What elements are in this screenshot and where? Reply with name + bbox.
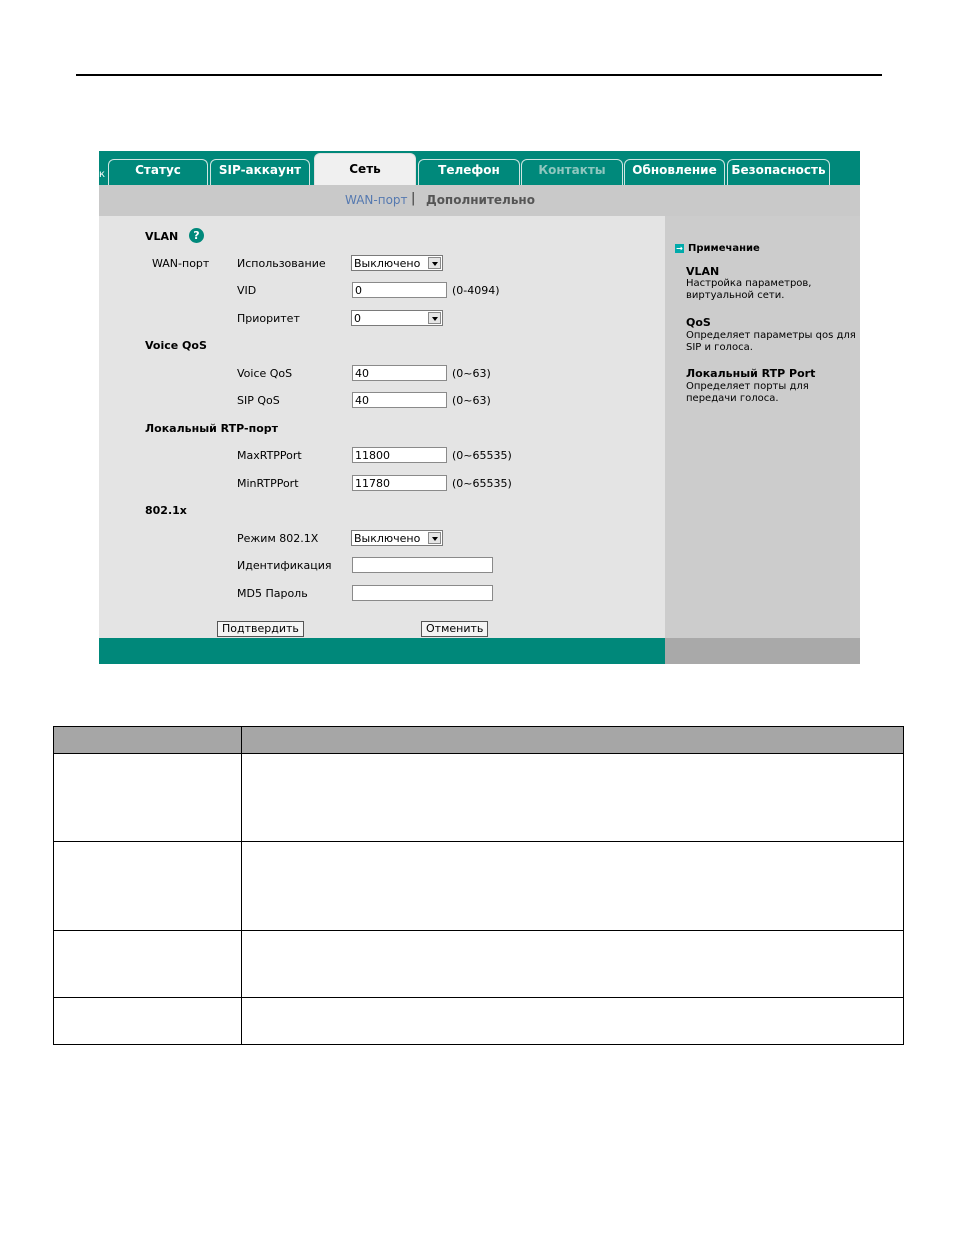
table-cell	[241, 997, 904, 1045]
table-cell	[53, 930, 242, 998]
tab-contacts[interactable]: Контакты	[521, 159, 623, 185]
arrow-right-icon: →	[675, 243, 684, 253]
table-cell	[53, 841, 242, 931]
dropdown-arrow-icon[interactable]	[428, 312, 441, 324]
tab-sip-account[interactable]: SIP-аккаунт	[210, 159, 310, 185]
max-rtp-label: MaxRTPPort	[237, 449, 302, 462]
dot1x-section-title: 802.1x	[145, 504, 187, 517]
priority-select-value: 0	[354, 312, 361, 325]
table-cell	[241, 841, 904, 931]
voice-qos-section-title: Voice QoS	[145, 339, 207, 352]
dot1x-mode-select-value: Выключено	[354, 532, 421, 545]
usage-select[interactable]: Выключено	[351, 255, 443, 271]
note-qos-title: QoS	[686, 316, 711, 329]
table-cell	[241, 753, 904, 842]
cancel-button[interactable]: Отменить	[421, 621, 489, 637]
sip-qos-input[interactable]: 40	[352, 392, 447, 408]
vid-range: (0-4094)	[452, 284, 500, 297]
table-cell	[53, 997, 242, 1045]
dropdown-arrow-icon[interactable]	[428, 532, 441, 544]
identity-label: Идентификация	[237, 559, 332, 572]
note-qos-desc: Определяет параметры qos для SIP и голос…	[686, 330, 856, 353]
table-row	[53, 753, 904, 842]
footer-bar-right	[665, 638, 860, 664]
tab-network[interactable]: Сеть	[314, 153, 416, 185]
table-row	[53, 841, 904, 931]
tab-status[interactable]: Статус	[108, 159, 208, 185]
parameter-table	[53, 726, 904, 1045]
voice-qos-label: Voice QoS	[237, 367, 293, 380]
subnav-separator: |	[411, 191, 416, 206]
usage-select-value: Выключено	[354, 257, 421, 270]
table-row	[53, 930, 904, 998]
md5-password-input[interactable]	[352, 585, 493, 601]
table-cell	[241, 930, 904, 998]
web-ui-screenshot: к Статус SIP-аккаунт Сеть Телефон Контак…	[99, 151, 860, 664]
tab-bar: к Статус SIP-аккаунт Сеть Телефон Контак…	[99, 151, 860, 185]
vid-label: VID	[237, 284, 257, 297]
note-rtp-title: Локальный RTP Port	[686, 367, 816, 380]
dot1x-mode-label: Режим 802.1X	[237, 532, 319, 545]
table-header-cell	[241, 726, 904, 754]
subnav-bar: WAN-порт | Дополнительно	[99, 185, 860, 216]
voice-qos-range: (0~63)	[452, 367, 491, 380]
usage-label: Использование	[237, 257, 326, 270]
voice-qos-input[interactable]: 40	[352, 365, 447, 381]
wan-port-label: WAN-порт	[152, 257, 210, 270]
page-top-rule	[76, 74, 882, 76]
help-icon[interactable]: ?	[189, 228, 204, 243]
sip-qos-label: SIP QoS	[237, 394, 280, 407]
identity-input[interactable]	[352, 557, 493, 573]
max-rtp-range: (0~65535)	[452, 449, 512, 462]
table-cell	[53, 753, 242, 842]
sip-qos-range: (0~63)	[452, 394, 491, 407]
vlan-section-title: VLAN	[145, 230, 179, 243]
tab-phone[interactable]: Телефон	[418, 159, 520, 185]
priority-select[interactable]: 0	[351, 310, 443, 326]
note-rtp-desc: Определяет порты для передачи голоса.	[686, 381, 809, 404]
settings-form: VLAN ? WAN-порт Использование Выключено …	[99, 216, 665, 638]
tab-stub-text: к	[99, 169, 106, 180]
max-rtp-input[interactable]: 11800	[352, 447, 447, 463]
vid-input[interactable]: 0	[352, 282, 447, 298]
table-header-row	[53, 726, 904, 754]
footer-bar-left	[99, 638, 665, 664]
subnav-advanced-link[interactable]: Дополнительно	[426, 193, 535, 207]
tab-security[interactable]: Безопасность	[727, 159, 830, 185]
md5-password-label: MD5 Пароль	[237, 587, 308, 600]
subnav-wan-link[interactable]: WAN-порт	[345, 193, 408, 207]
tab-update[interactable]: Обновление	[624, 159, 725, 185]
note-header-text: Примечание	[688, 243, 760, 254]
min-rtp-input[interactable]: 11780	[352, 475, 447, 491]
dot1x-mode-select[interactable]: Выключено	[351, 530, 443, 546]
note-header: → Примечание	[675, 243, 760, 254]
table-header-cell	[53, 726, 242, 754]
note-vlan-title: VLAN	[686, 265, 720, 278]
rtp-section-title: Локальный RTP-порт	[145, 422, 278, 435]
dropdown-arrow-icon[interactable]	[428, 257, 441, 269]
min-rtp-range: (0~65535)	[452, 477, 512, 490]
priority-label: Приоритет	[237, 312, 300, 325]
note-panel: → Примечание VLAN Настройка параметров, в…	[665, 216, 860, 638]
min-rtp-label: MinRTPPort	[237, 477, 299, 490]
confirm-button[interactable]: Подтвердить	[217, 621, 304, 637]
table-row	[53, 997, 904, 1045]
note-vlan-desc: Настройка параметров, виртуальной сети.	[686, 278, 812, 301]
